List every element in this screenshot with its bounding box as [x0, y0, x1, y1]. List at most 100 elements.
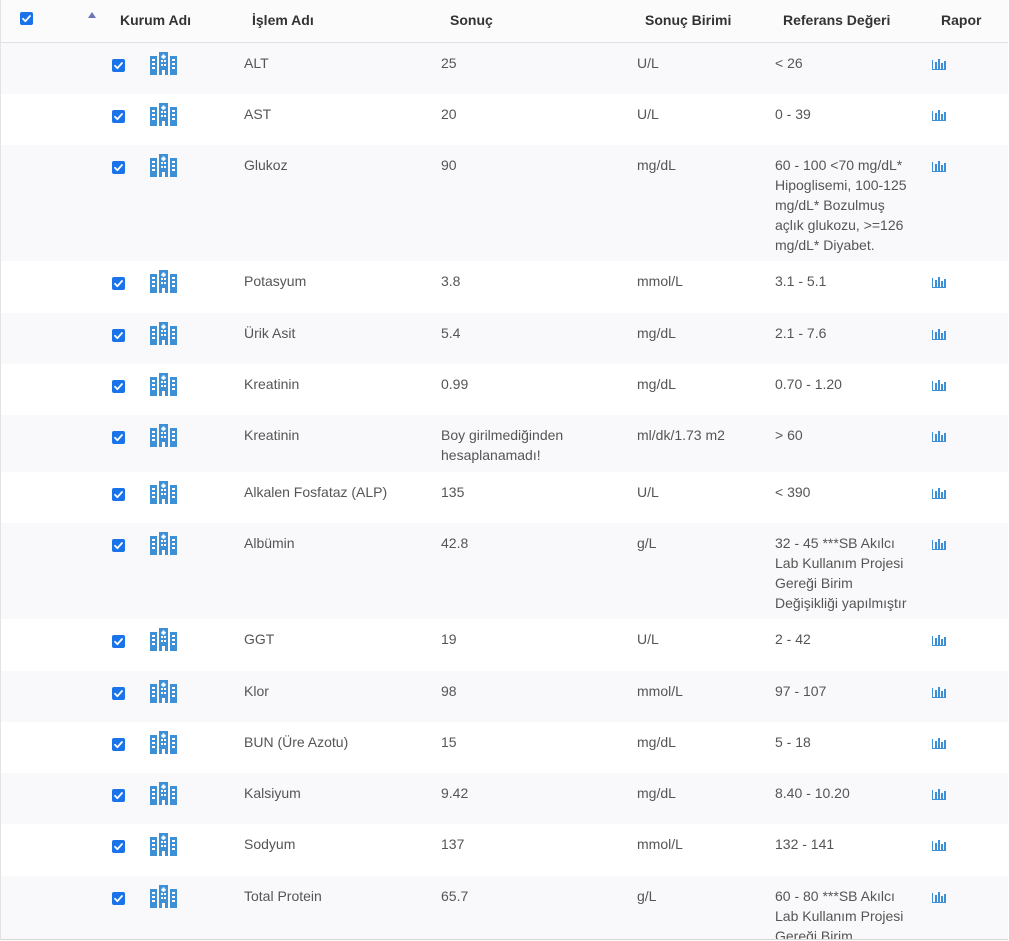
bar-chart-icon[interactable]: [932, 275, 946, 288]
bar-chart-icon[interactable]: [932, 736, 946, 749]
checkmark-icon: [22, 15, 31, 23]
cell-islem-adi: Potasyum: [244, 273, 307, 289]
table-row[interactable]: Kreatinin 0.99 mg/dL 0.70 - 1.20: [1, 364, 1008, 415]
row-checkbox[interactable]: [112, 488, 125, 501]
checkmark-icon: [112, 161, 125, 174]
table-row[interactable]: Albümin 42.8 g/L 32 - 45 ***SB Akılcı Lab K…: [1, 523, 1008, 619]
cell-sonuc-birimi: mg/dL: [637, 376, 676, 392]
cell-islem-adi: Alkalen Fosfataz (ALP): [244, 484, 388, 500]
cell-referans-degeri: 60 - 100 <70 mg/dL* Hipoglisemi, 100-125…: [775, 157, 907, 253]
checkmark-icon: [112, 687, 125, 700]
cell-referans-degeri: 0 - 39: [775, 106, 811, 122]
bar-chart-icon[interactable]: [932, 159, 946, 172]
cell-sonuc: 25: [441, 55, 457, 71]
cell-sonuc-birimi: g/L: [637, 888, 657, 904]
select-all-checkbox[interactable]: [20, 12, 33, 25]
bar-chart-icon[interactable]: [932, 685, 946, 698]
hospital-building-icon: [150, 153, 177, 177]
table-row[interactable]: GGT 19 U/L 2 - 42: [1, 619, 1008, 671]
cell-referans-degeri: 2 - 42: [775, 631, 811, 647]
cell-referans-degeri: 5 - 18: [775, 734, 811, 750]
table-row[interactable]: Potasyum 3.8 mmol/L 3.1 - 5.1: [1, 261, 1008, 313]
cell-islem-adi: Kreatinin: [244, 376, 300, 392]
row-checkbox[interactable]: [112, 110, 125, 123]
table-row[interactable]: Glukoz 90 mg/dL 60 - 100 <70 mg/dL* Hipogli…: [1, 145, 1008, 261]
bar-chart-icon[interactable]: [932, 327, 946, 340]
cell-sonuc-birimi: mg/dL: [637, 325, 676, 341]
cell-sonuc: Boy girilmediğinden hesaplanamadı!: [441, 427, 564, 463]
row-checkbox[interactable]: [112, 738, 125, 751]
sort-ascending-icon[interactable]: [88, 12, 96, 18]
cell-sonuc-birimi: mg/dL: [637, 157, 676, 173]
row-checkbox[interactable]: [112, 277, 125, 290]
cell-sonuc: 137: [441, 836, 465, 852]
bar-chart-icon[interactable]: [932, 890, 946, 903]
checkmark-icon: [112, 892, 125, 905]
cell-islem-adi: Ürik Asit: [244, 325, 296, 341]
bar-chart-icon[interactable]: [932, 787, 946, 800]
row-checkbox[interactable]: [112, 789, 125, 802]
bar-chart-icon[interactable]: [932, 429, 946, 442]
column-header-rapor[interactable]: Rapor: [941, 0, 981, 42]
row-checkbox[interactable]: [112, 431, 125, 444]
column-header-islem-adi[interactable]: İşlem Adı: [252, 0, 314, 42]
cell-sonuc-birimi: g/L: [637, 535, 657, 551]
column-header-sonuc[interactable]: Sonuç: [450, 0, 493, 42]
checkmark-icon: [112, 431, 125, 444]
cell-sonuc: 9.42: [441, 785, 469, 801]
hospital-building-icon: [150, 51, 177, 75]
row-checkbox[interactable]: [112, 840, 125, 853]
cell-islem-adi: AST: [244, 106, 272, 122]
cell-sonuc: 5.4: [441, 325, 461, 341]
row-checkbox[interactable]: [112, 687, 125, 700]
cell-referans-degeri: < 390: [775, 484, 811, 500]
cell-sonuc: 135: [441, 484, 465, 500]
bar-chart-icon[interactable]: [932, 537, 946, 550]
cell-islem-adi: Kalsiyum: [244, 785, 301, 801]
checkmark-icon: [112, 635, 125, 648]
row-checkbox[interactable]: [112, 539, 125, 552]
cell-sonuc-birimi: U/L: [637, 484, 659, 500]
bar-chart-icon[interactable]: [932, 486, 946, 499]
table-row[interactable]: ALT 25 U/L < 26: [1, 43, 1008, 94]
cell-islem-adi: ALT: [244, 55, 269, 71]
checkmark-icon: [112, 539, 125, 552]
row-checkbox[interactable]: [112, 59, 125, 72]
bar-chart-icon[interactable]: [932, 633, 946, 646]
table-row[interactable]: Klor 98 mmol/L 97 - 107: [1, 671, 1008, 722]
cell-sonuc: 15: [441, 734, 457, 750]
hospital-building-icon: [150, 832, 177, 856]
row-checkbox[interactable]: [112, 380, 125, 393]
row-checkbox[interactable]: [112, 892, 125, 905]
cell-islem-adi: Sodyum: [244, 836, 296, 852]
bar-chart-icon[interactable]: [932, 57, 946, 70]
checkmark-icon: [112, 488, 125, 501]
row-checkbox[interactable]: [112, 161, 125, 174]
hospital-building-icon: [150, 269, 177, 293]
hospital-building-icon: [150, 781, 177, 805]
checkmark-icon: [112, 789, 125, 802]
table-row[interactable]: Sodyum 137 mmol/L 132 - 141: [1, 824, 1008, 876]
table-row[interactable]: Ürik Asit 5.4 mg/dL 2.1 - 7.6: [1, 313, 1008, 364]
table-row[interactable]: Kreatinin Boy girilmediğinden hesaplanama…: [1, 415, 1008, 472]
table-row[interactable]: Alkalen Fosfataz (ALP) 135 U/L < 390: [1, 472, 1008, 523]
table-row[interactable]: Kalsiyum 9.42 mg/dL 8.40 - 10.20: [1, 773, 1008, 824]
checkmark-icon: [112, 380, 125, 393]
table-row[interactable]: AST 20 U/L 0 - 39: [1, 94, 1008, 145]
bar-chart-icon[interactable]: [932, 838, 946, 851]
table-row[interactable]: Total Protein 65.7 g/L 60 - 80 ***SB Akılcı…: [1, 876, 1008, 939]
table-row[interactable]: BUN (Üre Azotu) 15 mg/dL 5 - 18: [1, 722, 1008, 773]
hospital-building-icon: [150, 321, 177, 345]
column-header-referans-degeri[interactable]: Referans Değeri: [783, 0, 890, 42]
row-checkbox[interactable]: [112, 635, 125, 648]
checkmark-icon: [112, 277, 125, 290]
checkmark-icon: [112, 738, 125, 751]
row-checkbox[interactable]: [112, 329, 125, 342]
bar-chart-icon[interactable]: [932, 378, 946, 391]
cell-sonuc: 20: [441, 106, 457, 122]
cell-sonuc: 3.8: [441, 273, 461, 289]
bar-chart-icon[interactable]: [932, 108, 946, 121]
column-header-sonuc-birimi[interactable]: Sonuç Birimi: [645, 0, 731, 42]
cell-sonuc-birimi: U/L: [637, 106, 659, 122]
column-header-kurum-adi[interactable]: Kurum Adı: [120, 0, 191, 42]
